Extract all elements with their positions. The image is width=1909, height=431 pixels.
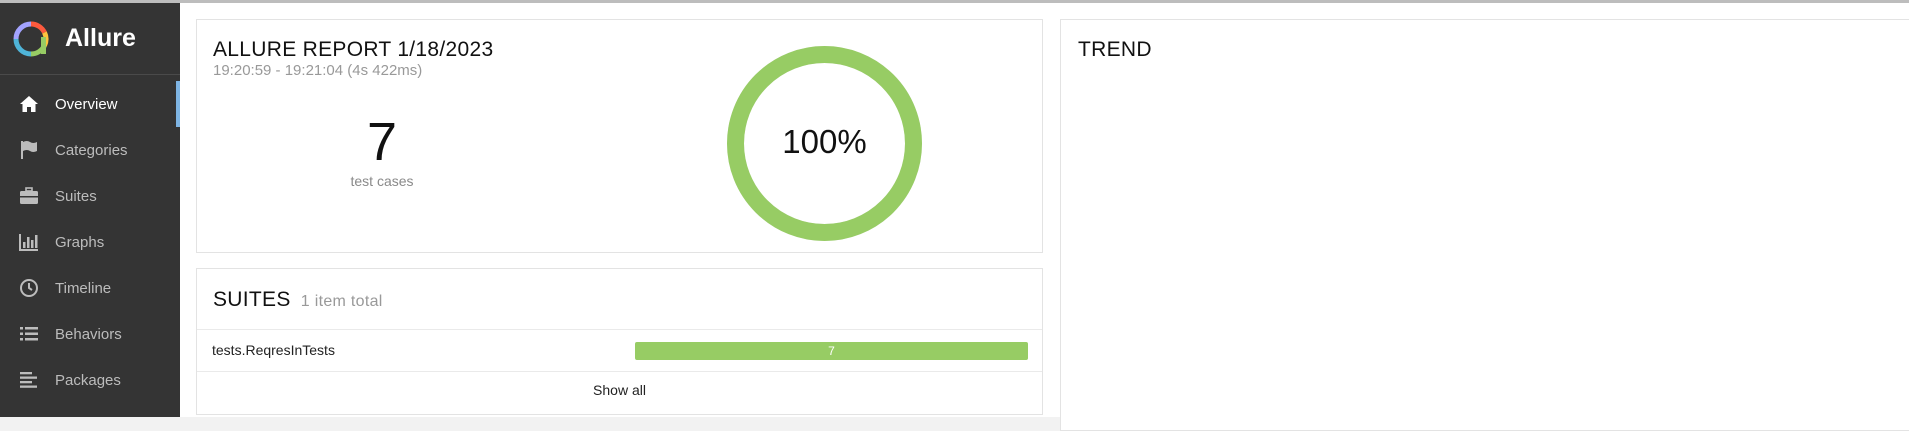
- sidebar-item-label: Graphs: [55, 233, 105, 251]
- align-left-icon: [18, 369, 40, 391]
- sidebar-item-label: Categories: [55, 141, 128, 159]
- sidebar-item-label: Suites: [55, 187, 97, 205]
- test-count: 7: [366, 112, 398, 172]
- main-content: ALLURE REPORT 1/18/2023 19:20:59 - 19:21…: [180, 3, 1909, 431]
- suites-title: SUITES 1 item total: [213, 288, 383, 312]
- trend-widget: TREND: [1060, 19, 1909, 431]
- sidebar-item-label: Behaviors: [55, 325, 122, 343]
- allure-logo-icon: [13, 21, 49, 56]
- flag-icon: [18, 139, 40, 161]
- sidebar-item-overview[interactable]: Overview: [0, 81, 180, 127]
- bar-chart-icon: [18, 231, 40, 253]
- suite-passed-bar[interactable]: 7: [635, 342, 1028, 360]
- home-icon: [18, 93, 40, 115]
- suites-widget: SUITES 1 item total tests.ReqresInTests …: [196, 268, 1043, 415]
- sidebar-item-behaviors[interactable]: Behaviors: [0, 311, 180, 357]
- show-all-link[interactable]: Show all: [197, 382, 1042, 398]
- sidebar-item-graphs[interactable]: Graphs: [0, 219, 180, 265]
- test-count-label: test cases: [350, 173, 414, 189]
- sidebar-menu: Overview Categories Suites Graphs Timeli…: [0, 75, 180, 403]
- suites-title-text: SUITES: [213, 288, 291, 311]
- sidebar-item-label: Timeline: [55, 279, 112, 297]
- report-title: ALLURE REPORT 1/18/2023: [213, 38, 494, 61]
- briefcase-icon: [18, 185, 40, 207]
- clock-icon: [18, 277, 40, 299]
- table-row[interactable]: tests.ReqresInTests 7: [197, 329, 1042, 372]
- suite-name: tests.ReqresInTests: [212, 342, 335, 358]
- sidebar-item-label: Overview: [55, 95, 118, 113]
- trend-title: TREND: [1078, 38, 1152, 61]
- summary-widget: ALLURE REPORT 1/18/2023 19:20:59 - 19:21…: [196, 19, 1043, 253]
- report-time-range: 19:20:59 - 19:21:04 (4s 422ms): [213, 62, 423, 79]
- pass-rate-donut[interactable]: 100%: [726, 45, 923, 242]
- app-name: Allure: [65, 24, 136, 52]
- sidebar-item-packages[interactable]: Packages: [0, 357, 180, 403]
- sidebar-item-label: Packages: [55, 371, 121, 389]
- sidebar-item-suites[interactable]: Suites: [0, 173, 180, 219]
- list-icon: [18, 323, 40, 345]
- pass-rate-percent: 100%: [782, 123, 866, 160]
- suites-count: 1 item total: [300, 293, 383, 310]
- sidebar-item-timeline[interactable]: Timeline: [0, 265, 180, 311]
- sidebar: Allure Overview Categories Suites Graphs: [0, 3, 180, 417]
- brand[interactable]: Allure: [0, 3, 180, 75]
- sidebar-item-categories[interactable]: Categories: [0, 127, 180, 173]
